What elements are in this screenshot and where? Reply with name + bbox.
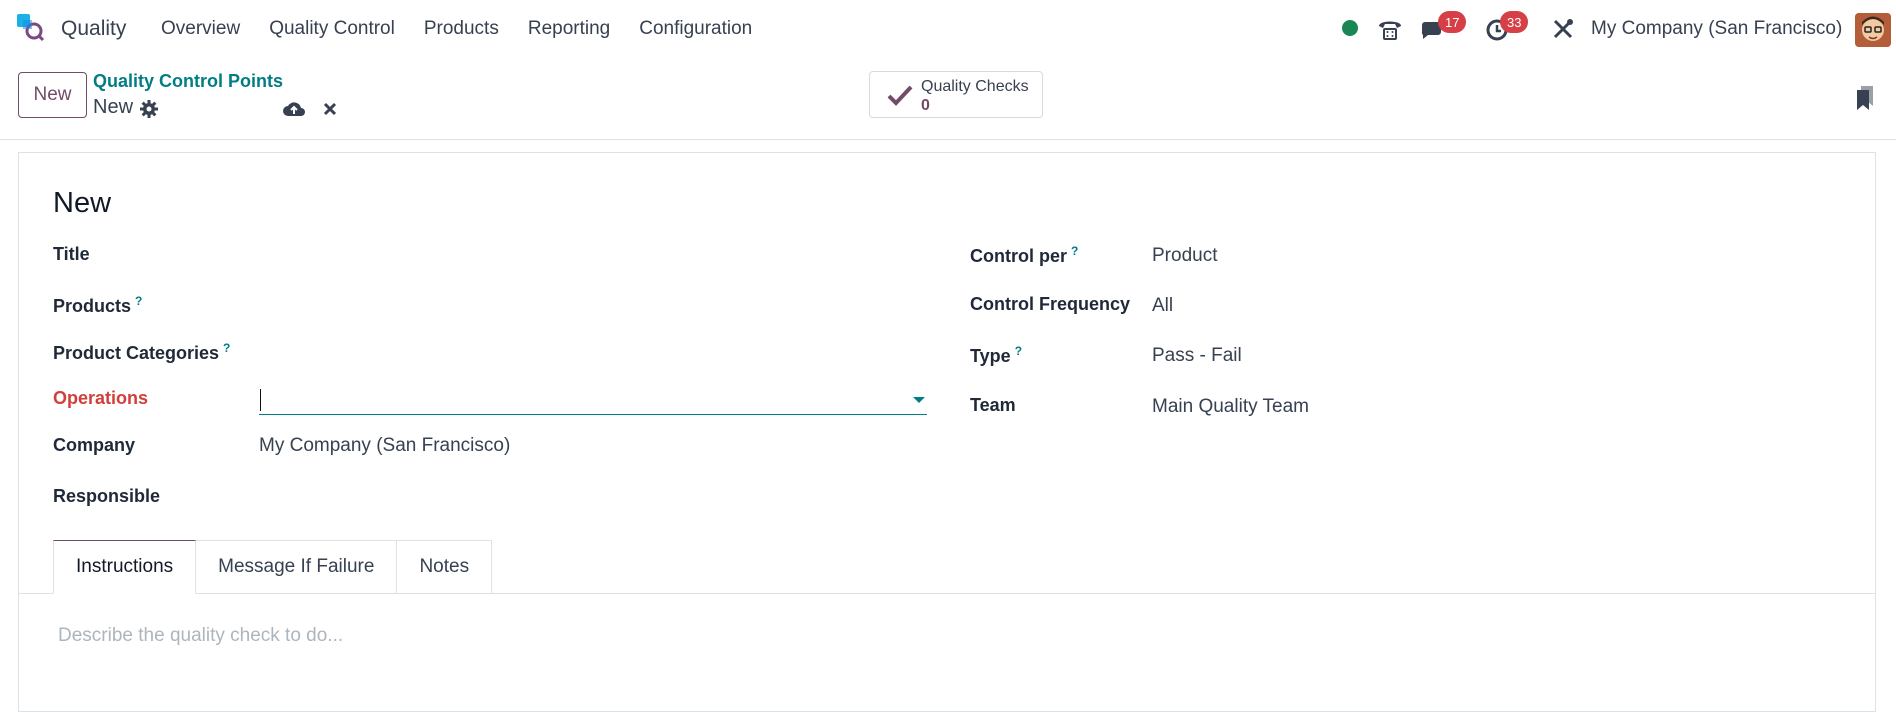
operations-input[interactable] [259, 385, 927, 415]
form-sheet: New Title Products? Product Categories? … [18, 152, 1876, 712]
help-icon[interactable]: ? [223, 341, 230, 355]
new-button[interactable]: New [18, 72, 87, 118]
form-title[interactable]: New [53, 187, 111, 220]
quality-app-logo[interactable] [17, 14, 45, 42]
team-label: Team [970, 395, 1016, 415]
menu-item-products[interactable]: Products [424, 18, 499, 40]
help-icon[interactable]: ? [1071, 244, 1078, 258]
tab-instructions[interactable]: Instructions [53, 540, 197, 594]
main-menu: Overview Quality Control Products Report… [161, 18, 781, 40]
title-label: Title [53, 244, 90, 264]
menu-item-configuration[interactable]: Configuration [639, 18, 752, 40]
operations-label: Operations [53, 388, 149, 408]
team-value[interactable]: Main Quality Team [1152, 396, 1309, 418]
menu-item-overview[interactable]: Overview [161, 18, 240, 40]
bookmark-icon[interactable] [1853, 83, 1877, 111]
product-categories-label: Product Categories? [53, 341, 231, 363]
control-frequency-label: Control Frequency [970, 294, 1131, 314]
quality-checks-smart-button[interactable]: Quality Checks 0 [869, 71, 1043, 118]
user-avatar[interactable] [1855, 13, 1891, 47]
top-navbar: Quality Overview Quality Control Product… [0, 0, 1896, 58]
smart-button-value: 0 [921, 97, 930, 114]
check-icon [887, 85, 913, 106]
gear-icon[interactable] [139, 99, 159, 119]
tab-notes[interactable]: Notes [397, 540, 493, 594]
activities-badge: 33 [1500, 11, 1529, 33]
dropdown-arrow-icon[interactable] [913, 397, 925, 403]
control-per-label: Control per? [970, 244, 1079, 266]
breadcrumb-quality-control-points[interactable]: Quality Control Points [93, 71, 283, 92]
discard-icon[interactable] [320, 98, 340, 120]
instructions-editor[interactable]: Describe the quality check to do... [58, 625, 343, 647]
help-icon[interactable]: ? [1015, 344, 1022, 358]
company-switcher[interactable]: My Company (San Francisco) [1591, 18, 1842, 40]
company-label: Company [53, 435, 136, 455]
notebook-tabs: Instructions Message If Failure Notes [53, 540, 493, 594]
online-status-dot[interactable] [1342, 20, 1358, 36]
save-cloud-icon[interactable] [282, 98, 306, 120]
type-label: Type? [970, 344, 1023, 366]
phone-icon[interactable] [1375, 12, 1405, 46]
messages-badge: 17 [1438, 11, 1467, 33]
control-per-value[interactable]: Product [1152, 245, 1217, 267]
text-cursor [260, 389, 261, 411]
smart-button-label: Quality Checks [921, 78, 1029, 95]
company-value[interactable]: My Company (San Francisco) [259, 435, 510, 457]
menu-item-quality-control[interactable]: Quality Control [269, 18, 395, 40]
app-name[interactable]: Quality [61, 17, 126, 41]
control-panel: New Quality Control Points New Quality C… [0, 58, 1896, 140]
tools-icon[interactable] [1550, 12, 1576, 46]
control-frequency-value[interactable]: All [1152, 295, 1173, 317]
menu-item-reporting[interactable]: Reporting [528, 18, 610, 40]
tab-message-if-failure[interactable]: Message If Failure [196, 540, 398, 594]
type-value[interactable]: Pass - Fail [1152, 345, 1242, 367]
products-label: Products? [53, 294, 143, 316]
help-icon[interactable]: ? [135, 294, 142, 308]
responsible-label: Responsible [53, 486, 161, 506]
record-name: New [93, 96, 134, 118]
